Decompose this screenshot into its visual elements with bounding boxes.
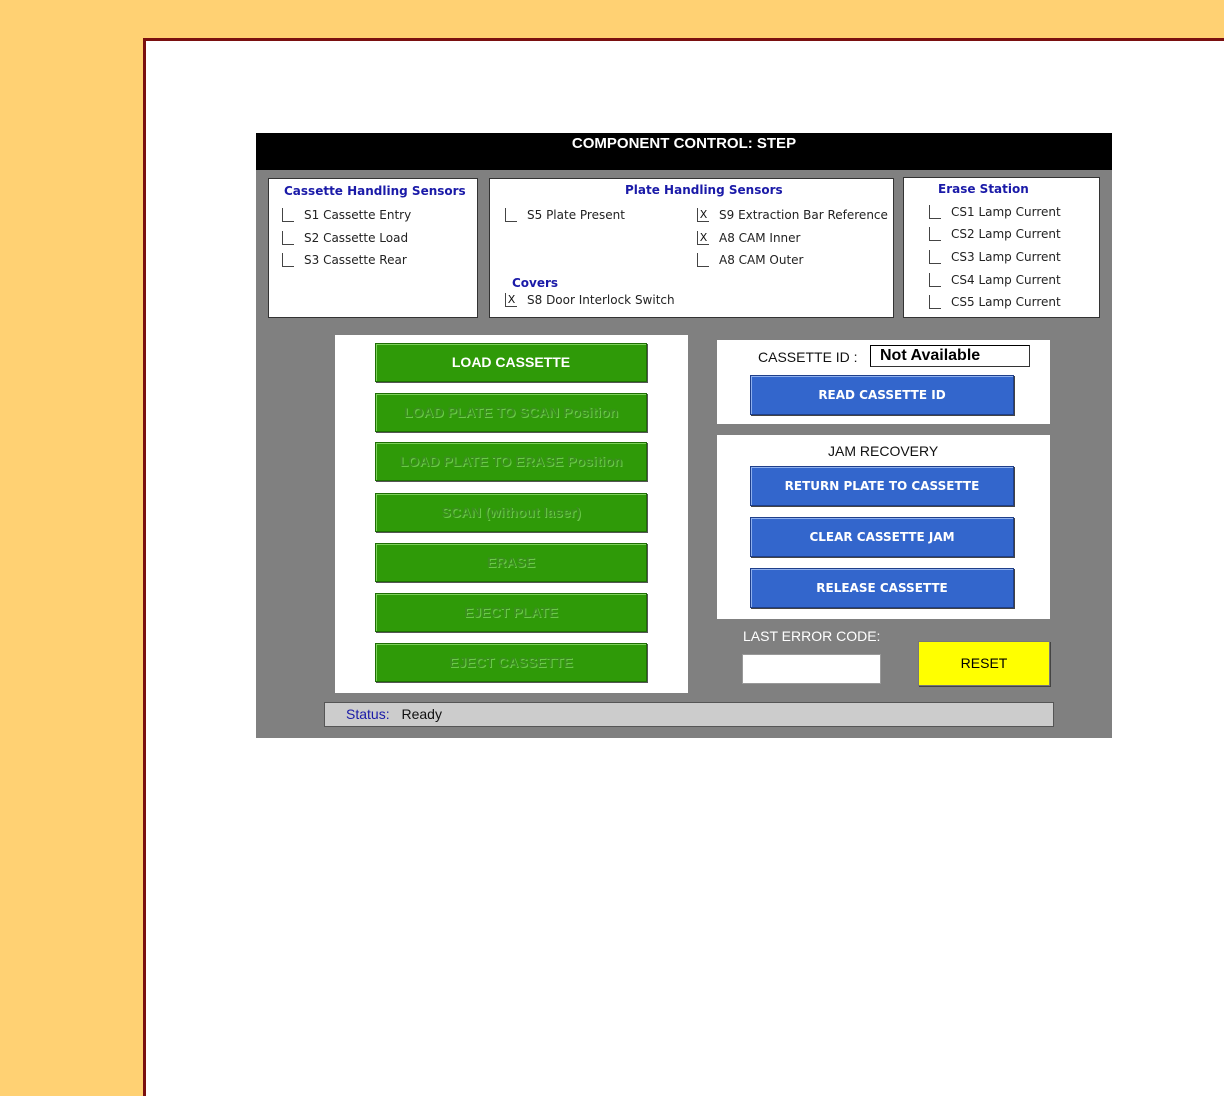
sensor-checkbox[interactable] <box>929 227 941 241</box>
sensor-label: S2 Cassette Load <box>304 231 409 245</box>
cassette-id-panel: CASSETTE ID : Not Available READ CASSETT… <box>717 340 1050 424</box>
sensor-checkbox[interactable]: X <box>505 293 517 307</box>
component-control-window: COMPONENT CONTROL: STEP Cassette Handlin… <box>256 133 1112 738</box>
scan-button[interactable]: SCAN (without laser) <box>375 493 647 532</box>
sensor-cs3-lamp[interactable]: CS3 Lamp Current <box>929 250 1061 264</box>
load-cassette-button[interactable]: LOAD CASSETTE <box>375 343 647 382</box>
sensor-label: CS1 Lamp Current <box>951 205 1061 219</box>
sensor-cs5-lamp[interactable]: CS5 Lamp Current <box>929 295 1061 309</box>
load-plate-erase-button[interactable]: LOAD PLATE TO ERASE Position <box>375 442 647 481</box>
sensor-cs2-lamp[interactable]: CS2 Lamp Current <box>929 227 1061 241</box>
sensor-s1-cassette-entry[interactable]: S1 Cassette Entry <box>282 208 411 222</box>
plate-sensors-title: Plate Handling Sensors <box>625 183 783 197</box>
jam-recovery-title: JAM RECOVERY <box>828 443 939 459</box>
covers-title: Covers <box>512 276 559 290</box>
sensor-checkbox[interactable] <box>929 295 941 309</box>
reset-button[interactable]: RESET <box>918 641 1050 686</box>
sensor-checkbox[interactable] <box>505 208 517 222</box>
last-error-field <box>742 654 881 684</box>
sensor-checkbox[interactable] <box>929 250 941 264</box>
sensor-s2-cassette-load[interactable]: S2 Cassette Load <box>282 231 408 245</box>
eject-plate-button[interactable]: EJECT PLATE <box>375 593 647 632</box>
sensor-label: CS2 Lamp Current <box>951 227 1061 241</box>
sensor-a8-cam-outer[interactable]: A8 CAM Outer <box>697 253 804 267</box>
sensor-label: A8 CAM Outer <box>719 253 804 267</box>
cassette-id-field: Not Available <box>870 345 1030 367</box>
actions-panel: LOAD CASSETTE LOAD PLATE TO SCAN Positio… <box>335 335 688 693</box>
last-error-label: LAST ERROR CODE: <box>743 628 881 644</box>
sensor-checkbox[interactable] <box>697 253 709 267</box>
status-bar: Status: Ready <box>324 702 1054 727</box>
sensor-checkbox[interactable]: X <box>697 231 709 245</box>
erase-station-title: Erase Station <box>938 182 1029 196</box>
status-label: Status: <box>346 706 390 722</box>
sensor-label: S3 Cassette Rear <box>304 253 407 267</box>
cassette-sensors-title: Cassette Handling Sensors <box>284 184 466 198</box>
sensor-checkbox[interactable] <box>929 273 941 287</box>
clear-cassette-jam-button[interactable]: CLEAR CASSETTE JAM <box>750 517 1014 557</box>
sensor-label: CS4 Lamp Current <box>951 273 1061 287</box>
sensor-checkbox[interactable] <box>929 205 941 219</box>
status-value: Ready <box>401 706 442 722</box>
jam-recovery-panel: JAM RECOVERY RETURN PLATE TO CASSETTE CL… <box>717 435 1050 619</box>
sensor-s9-extraction-bar[interactable]: X S9 Extraction Bar Reference <box>697 208 888 222</box>
window-title: COMPONENT CONTROL: STEP <box>256 133 1112 170</box>
cassette-sensors-panel: Cassette Handling Sensors S1 Cassette En… <box>268 178 478 318</box>
sensor-checkbox[interactable] <box>282 231 294 245</box>
sensor-label: CS5 Lamp Current <box>951 295 1061 309</box>
sensor-cs1-lamp[interactable]: CS1 Lamp Current <box>929 205 1061 219</box>
sensor-checkbox[interactable]: X <box>697 208 709 222</box>
sensor-label: S5 Plate Present <box>527 208 625 222</box>
plate-sensors-panel: Plate Handling Sensors S5 Plate Present … <box>489 178 894 318</box>
sensor-checkbox[interactable] <box>282 253 294 267</box>
sensor-label: S8 Door Interlock Switch <box>527 293 675 307</box>
sensor-s3-cassette-rear[interactable]: S3 Cassette Rear <box>282 253 407 267</box>
read-cassette-id-button[interactable]: READ CASSETTE ID <box>750 375 1014 415</box>
erase-station-panel: Erase Station CS1 Lamp Current CS2 Lamp … <box>903 177 1100 318</box>
sensor-label: S9 Extraction Bar Reference <box>719 208 888 222</box>
sensor-checkbox[interactable] <box>282 208 294 222</box>
sensor-cs4-lamp[interactable]: CS4 Lamp Current <box>929 273 1061 287</box>
cassette-id-label: CASSETTE ID : <box>758 349 858 365</box>
release-cassette-button[interactable]: RELEASE CASSETTE <box>750 568 1014 608</box>
load-plate-scan-button[interactable]: LOAD PLATE TO SCAN Position <box>375 393 647 432</box>
sensor-a8-cam-inner[interactable]: X A8 CAM Inner <box>697 231 800 245</box>
sensor-label: A8 CAM Inner <box>719 231 801 245</box>
eject-cassette-button[interactable]: EJECT CASSETTE <box>375 643 647 682</box>
sensor-label: S1 Cassette Entry <box>304 208 412 222</box>
erase-button[interactable]: ERASE <box>375 543 647 582</box>
sensor-s8-door-interlock[interactable]: X S8 Door Interlock Switch <box>505 293 675 307</box>
sensor-label: CS3 Lamp Current <box>951 250 1061 264</box>
return-plate-button[interactable]: RETURN PLATE TO CASSETTE <box>750 466 1014 506</box>
sensor-s5-plate-present[interactable]: S5 Plate Present <box>505 208 625 222</box>
